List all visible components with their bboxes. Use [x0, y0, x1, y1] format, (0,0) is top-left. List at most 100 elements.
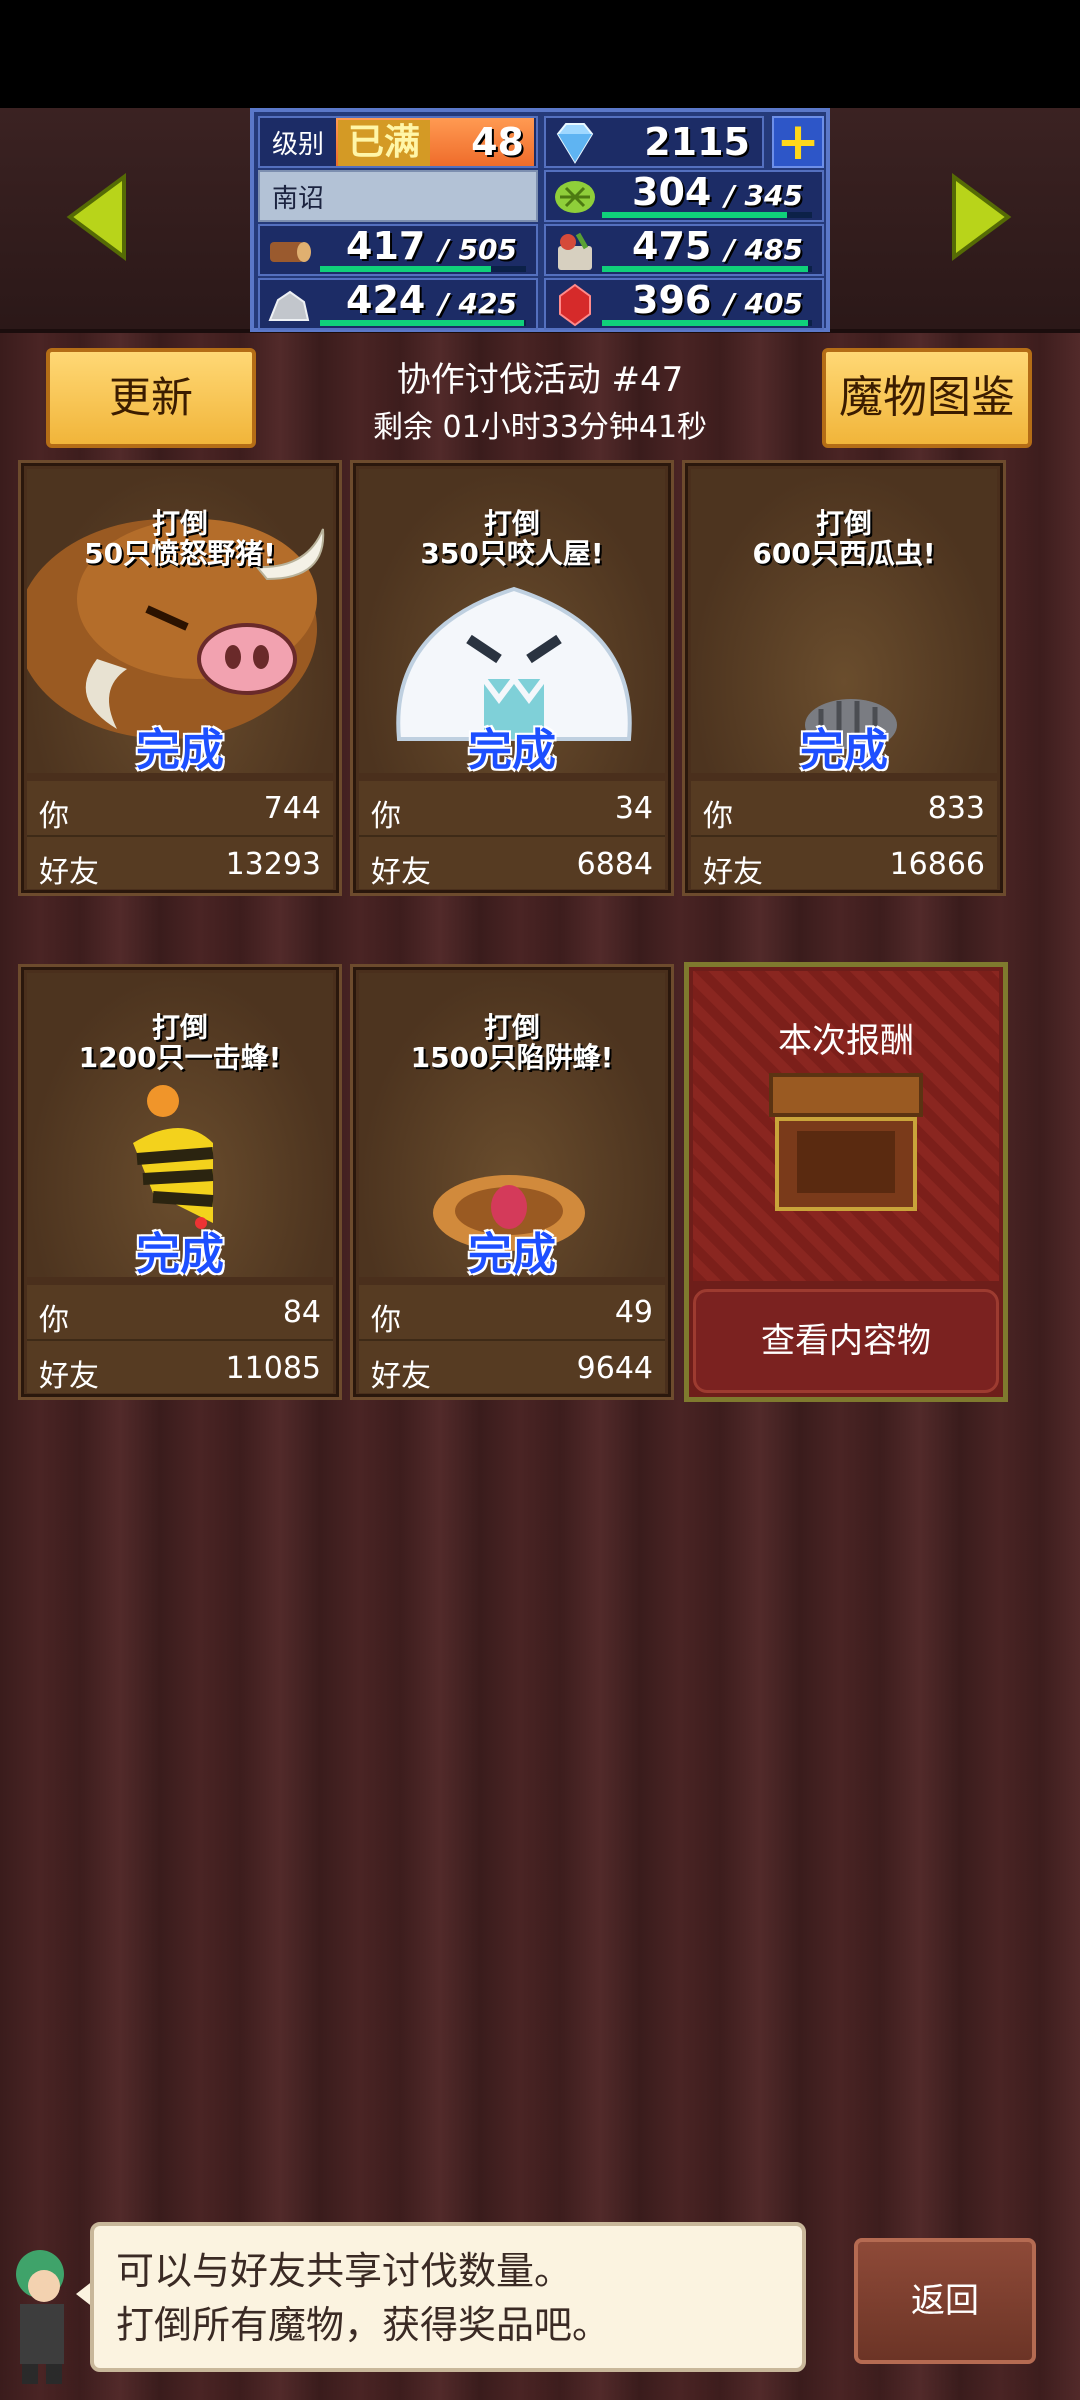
friend-label: 好友: [703, 855, 763, 890]
friend-count-row: 好友 13293: [27, 835, 333, 890]
advisor-speech-bubble: 可以与好友共享讨伐数量。 打倒所有魔物，获得奖品吧。: [90, 2222, 806, 2372]
you-label: 你: [39, 799, 69, 834]
quest-goal: 打倒 350只咬人屋!: [420, 507, 604, 570]
prev-arrow-button[interactable]: [62, 172, 132, 262]
ore-current: 424 / 425: [346, 278, 517, 322]
quest-card-trap-bee[interactable]: 打倒 1500只陷阱蜂! 完成 你 49 好友 9644: [350, 964, 674, 1400]
quest-card-biting-house[interactable]: 打倒 350只咬人屋! 完成 你 34 好友 6884: [350, 460, 674, 896]
you-value: 49: [614, 1295, 653, 1330]
quest-card-pill-bug[interactable]: 打倒 600只西瓜虫! 完成 你 833 好友 16866: [682, 460, 1006, 896]
gem-cell: 2115: [544, 116, 764, 168]
arrow-right-icon: [952, 173, 1012, 261]
ruby-gauge: [602, 320, 808, 326]
friend-label: 好友: [371, 1359, 431, 1394]
level-label: 级别: [272, 130, 325, 160]
resource-panel: 级别 已满 48 2115 + 南诏 304 / 345 417 / 505 4…: [250, 108, 830, 332]
reward-title: 本次报酬: [778, 1021, 914, 1061]
friend-label: 好友: [371, 855, 431, 890]
ore-gauge: [320, 320, 524, 326]
friend-count-row: 好友 16866: [691, 835, 997, 890]
you-value: 84: [282, 1295, 321, 1330]
you-value: 833: [927, 791, 985, 826]
quest-art: 打倒 1500只陷阱蜂! 完成: [359, 973, 665, 1277]
arrow-left-icon: [66, 173, 126, 261]
reward-card: 本次报酬 查看内容物: [684, 962, 1008, 1402]
level-value: 48: [471, 120, 524, 164]
friend-value: 9644: [576, 1351, 653, 1386]
food-cell: 475 / 485: [544, 224, 824, 276]
food-icon: [558, 232, 592, 270]
quest-complete-label: 完成: [468, 725, 556, 774]
quest-card-boar[interactable]: 打倒 50只愤怒野猪! 完成 你 744 好友 13293: [18, 460, 342, 896]
your-count-row: 你 49: [359, 1285, 665, 1339]
herb-icon: [555, 181, 595, 213]
ore-icon: [268, 290, 310, 321]
monster-book-button[interactable]: 魔物图鉴: [822, 348, 1032, 448]
treasure-chest-icon: [769, 1073, 923, 1211]
quest-goal: 打倒 50只愤怒野猪!: [84, 507, 276, 570]
speech-line-2: 打倒所有魔物，获得奖品吧。: [116, 2303, 611, 2347]
town-name-cell: 南诏: [258, 170, 538, 222]
reward-preview: 本次报酬: [693, 971, 999, 1281]
quest-goal: 打倒 600只西瓜虫!: [752, 507, 936, 570]
refresh-button[interactable]: 更新: [46, 348, 256, 448]
herb-gauge: [602, 212, 787, 218]
friend-label: 好友: [39, 855, 99, 890]
bee-icon: [133, 1085, 214, 1229]
status-bar: [0, 0, 1080, 108]
quest-art: 打倒 350只咬人屋! 完成: [359, 469, 665, 773]
quest-art: 打倒 1200只一击蜂! 完成: [27, 973, 333, 1277]
wood-gauge: [320, 266, 491, 272]
friend-count-row: 好友 11085: [27, 1339, 333, 1394]
wood-current: 417 / 505: [346, 224, 517, 268]
advisor-avatar: [16, 2250, 64, 2384]
friend-label: 好友: [39, 1359, 99, 1394]
your-count-row: 你 34: [359, 781, 665, 835]
ruby-icon: [559, 283, 591, 327]
level-max-badge: 已满: [338, 120, 430, 166]
you-label: 你: [371, 799, 401, 834]
quest-complete-label: 完成: [800, 725, 888, 774]
you-label: 你: [39, 1303, 69, 1338]
quest-complete-label: 完成: [136, 1229, 224, 1278]
quest-goal: 打倒 1500只陷阱蜂!: [410, 1011, 614, 1074]
herb-current: 304 / 345: [632, 170, 803, 214]
you-label: 你: [371, 1303, 401, 1338]
ruby-current: 396 / 405: [632, 278, 803, 322]
quest-goal: 打倒 1200只一击蜂!: [78, 1011, 282, 1074]
friend-value: 13293: [225, 847, 321, 882]
wood-cell: 417 / 505: [258, 224, 538, 276]
quest-complete-label: 完成: [468, 1229, 556, 1278]
back-button[interactable]: 返回: [854, 2238, 1036, 2364]
food-current: 475 / 485: [632, 224, 803, 268]
add-gems-button[interactable]: +: [772, 116, 824, 168]
quest-art: 打倒 600只西瓜虫! 完成: [691, 469, 997, 773]
view-contents-button[interactable]: 查看内容物: [693, 1289, 999, 1393]
you-label: 你: [703, 799, 733, 834]
herb-cell: 304 / 345: [544, 170, 824, 222]
plus-icon: +: [776, 112, 820, 172]
friend-count-row: 好友 9644: [359, 1339, 665, 1394]
friend-count-row: 好友 6884: [359, 835, 665, 890]
town-name: 南诏: [272, 184, 325, 214]
food-gauge: [602, 266, 808, 272]
wood-log-icon: [270, 242, 311, 262]
next-arrow-button[interactable]: [946, 172, 1016, 262]
quest-art: 打倒 50只愤怒野猪! 完成: [27, 469, 333, 773]
your-count-row: 你 833: [691, 781, 997, 835]
level-cell: 级别 已满 48: [258, 116, 538, 168]
event-timer: 剩余 01小时33分钟41秒: [372, 410, 708, 445]
ruby-cell: 396 / 405: [544, 278, 824, 330]
your-count-row: 你 84: [27, 1285, 333, 1339]
friend-value: 11085: [225, 1351, 321, 1386]
you-value: 744: [263, 791, 321, 826]
event-title: 协作讨伐活动 #47: [396, 360, 684, 400]
quest-card-bee[interactable]: 打倒 1200只一击蜂! 完成 你 84 好友 11085: [18, 964, 342, 1400]
ore-cell: 424 / 425: [258, 278, 538, 330]
quest-complete-label: 完成: [136, 725, 224, 774]
diamond-icon: [556, 123, 594, 164]
you-value: 34: [614, 791, 653, 826]
gem-count: 2115: [644, 120, 750, 164]
biting-house-icon: [396, 586, 632, 741]
speech-line-1: 可以与好友共享讨伐数量。: [116, 2249, 573, 2293]
